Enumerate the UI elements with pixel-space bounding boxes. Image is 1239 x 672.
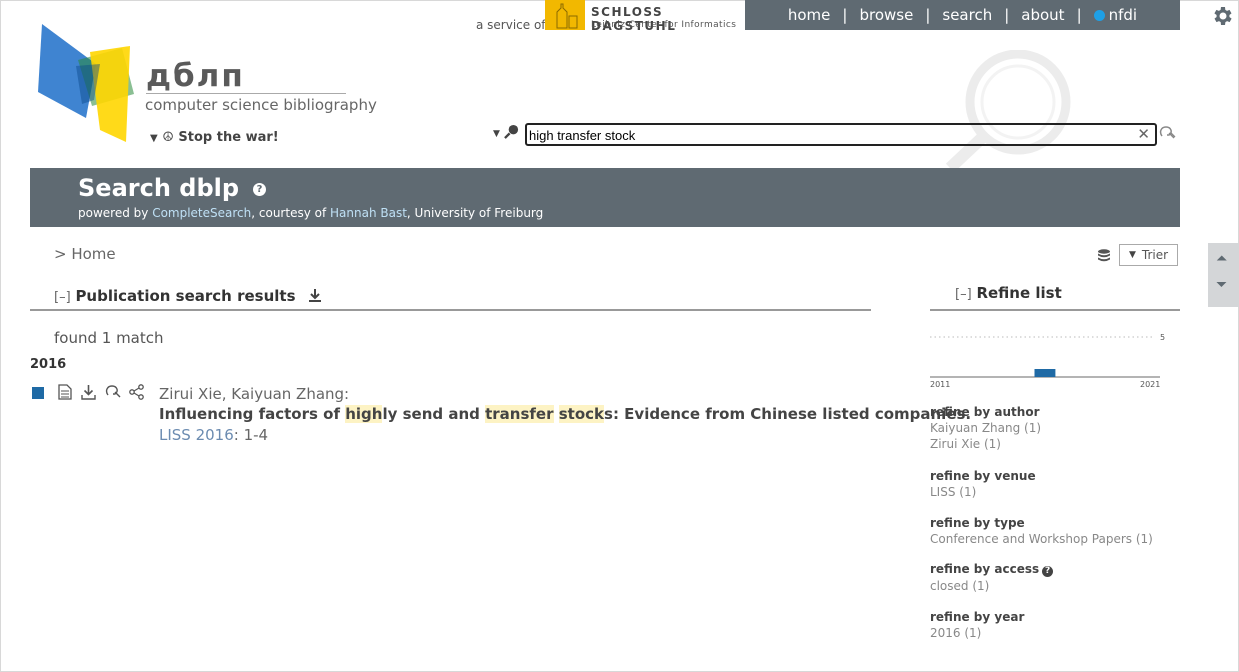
dagstuhl-subtitle: Leibniz Center for Informatics xyxy=(591,20,737,30)
conference-paper-type-icon xyxy=(32,387,44,399)
refine-access-item[interactable]: closed (1) xyxy=(930,579,1053,593)
logo-subtitle: computer science bibliography xyxy=(145,96,377,114)
stop-war-label: Stop the war! xyxy=(178,130,279,145)
scroll-tool: ⏶ ⏷ xyxy=(1208,243,1239,307)
nav-home[interactable]: home xyxy=(776,6,843,24)
refine-author-item[interactable]: Zirui Xie (1) xyxy=(930,437,1041,451)
hannah-bast-link[interactable]: Hannah Bast xyxy=(330,206,407,220)
search-options[interactable]: ▼ xyxy=(493,124,519,139)
mirror-select[interactable]: ▼ Trier xyxy=(1119,244,1178,266)
clear-search-icon[interactable]: ✕ xyxy=(1137,125,1150,144)
results-heading-text: Publication search results xyxy=(75,287,296,305)
download-icon[interactable] xyxy=(81,384,96,400)
entry-venue: LISS 2016: 1-4 xyxy=(159,426,268,444)
peace-icon: ☮ xyxy=(162,130,174,145)
histogram-bar-2016[interactable] xyxy=(1034,369,1056,377)
title-highlight: stock xyxy=(558,405,605,423)
settings-gear-icon[interactable] xyxy=(1210,4,1234,28)
document-icon[interactable] xyxy=(58,384,72,400)
venue-pages: : 1-4 xyxy=(233,426,269,444)
title-part: ly send and xyxy=(382,405,486,423)
chevron-down-icon: ▼ xyxy=(150,133,158,144)
refine-type-label: refine by type xyxy=(930,516,1025,530)
year-header: 2016 xyxy=(30,357,67,372)
top-navigation: home | browse | search | about | nfdi xyxy=(745,0,1180,30)
database-icon[interactable] xyxy=(1097,249,1111,263)
histogram-start-label: 2011 xyxy=(930,380,950,389)
help-icon[interactable]: ? xyxy=(253,183,267,196)
refine-by-access: refine by access? closed (1) xyxy=(930,562,1054,593)
refine-venue-item[interactable]: LISS (1) xyxy=(930,485,1036,499)
refine-year-item[interactable]: 2016 (1) xyxy=(930,626,1024,640)
nav-nfdi[interactable]: nfdi xyxy=(1082,6,1149,24)
logo-divider xyxy=(146,93,346,94)
download-icon[interactable] xyxy=(308,288,322,302)
refine-author-label: refine by author xyxy=(930,405,1040,419)
refine-author-item[interactable]: Kaiyuan Zhang (1) xyxy=(930,421,1041,435)
logo-name: дблп xyxy=(146,58,245,94)
refine-by-author: refine by author Kaiyuan Zhang (1) Zirui… xyxy=(930,405,1041,451)
refine-year-label: refine by year xyxy=(930,610,1025,624)
chevron-down-icon: ▼ xyxy=(1128,250,1136,260)
page-title: Search dblp? xyxy=(78,174,267,202)
entry-authors[interactable]: Zirui Xie, Kaiyuan Zhang: xyxy=(159,385,349,403)
university-label: , University of Freiburg xyxy=(406,206,544,220)
title-part xyxy=(554,405,559,423)
refine-by-year: refine by year 2016 (1) xyxy=(930,610,1024,640)
results-collapse-toggle[interactable]: [–] xyxy=(54,290,71,305)
completesearch-link[interactable]: CompleteSearch xyxy=(152,206,251,220)
refine-access-label-text: refine by access xyxy=(930,562,1040,576)
title-highlight: high xyxy=(345,405,383,423)
courtesy-label: , courtesy of xyxy=(251,206,327,220)
refine-heading: [–] Refine list xyxy=(955,284,1062,302)
entry-title: Influencing factors of highly send and t… xyxy=(159,405,971,423)
histogram-end-label: 2021 xyxy=(1140,380,1160,389)
nav-about[interactable]: about xyxy=(1009,6,1076,24)
refine-type-item[interactable]: Conference and Workshop Papers (1) xyxy=(930,532,1153,546)
service-of-label: a service of xyxy=(476,18,546,32)
search-banner: Search dblp? powered by CompleteSearch, … xyxy=(30,168,1180,227)
chevron-down-icon: ▼ xyxy=(493,129,500,139)
refine-collapse-toggle[interactable]: [–] xyxy=(955,287,972,302)
title-part: s: Evidence from Chinese listed companie… xyxy=(604,405,972,423)
banner-subtitle: powered by CompleteSearch, courtesy of H… xyxy=(78,206,543,220)
breadcrumb[interactable]: > Home xyxy=(54,245,116,263)
title-part: Influencing factors of xyxy=(159,405,346,423)
mirror-select-value: Trier xyxy=(1141,248,1169,262)
results-divider xyxy=(30,309,871,311)
magnifier-watermark-icon xyxy=(945,50,1071,168)
powered-by-label: powered by xyxy=(78,206,149,220)
search-field[interactable]: ✕ xyxy=(525,123,1157,146)
nav-search[interactable]: search xyxy=(930,6,1004,24)
results-heading: [–] Publication search results xyxy=(54,287,322,305)
dagstuhl-logo xyxy=(545,0,585,30)
refine-venue-label: refine by venue xyxy=(930,469,1036,483)
nav-browse[interactable]: browse xyxy=(847,6,925,24)
dagstuhl-link[interactable]: SCHLOSS DAGSTUHL Leibniz Center for Info… xyxy=(545,0,745,33)
refine-access-label: refine by access? xyxy=(930,562,1054,577)
nfdi-dot-icon xyxy=(1093,10,1105,21)
histogram-ymax-label: 5 xyxy=(1160,333,1165,342)
scroll-bottom-icon[interactable]: ⏷ xyxy=(1216,277,1227,293)
search-trace-icon[interactable] xyxy=(105,384,122,400)
dblp-logo-icon[interactable] xyxy=(38,22,138,146)
title-highlight: transfer xyxy=(485,405,554,423)
refine-by-type: refine by type Conference and Workshop P… xyxy=(930,516,1153,546)
venue-link[interactable]: LISS 2016 xyxy=(159,426,234,444)
refine-divider xyxy=(930,309,1180,311)
help-icon[interactable]: ? xyxy=(1042,566,1054,577)
refine-by-venue: refine by venue LISS (1) xyxy=(930,469,1036,499)
scroll-top-icon[interactable]: ⏶ xyxy=(1216,251,1227,267)
stop-war-toggle[interactable]: ▼ ☮ Stop the war! xyxy=(150,130,279,145)
year-histogram[interactable]: 5 2011 2021 xyxy=(930,330,1170,390)
refine-heading-text: Refine list xyxy=(976,284,1062,302)
search-icon xyxy=(503,124,518,139)
page-title-text: Search dblp xyxy=(78,174,240,202)
share-icon[interactable] xyxy=(129,384,144,400)
nav-nfdi-label: nfdi xyxy=(1108,6,1138,24)
search-help-icon[interactable] xyxy=(1159,124,1177,142)
search-input[interactable] xyxy=(527,126,1119,145)
match-count: found 1 match xyxy=(54,329,164,347)
